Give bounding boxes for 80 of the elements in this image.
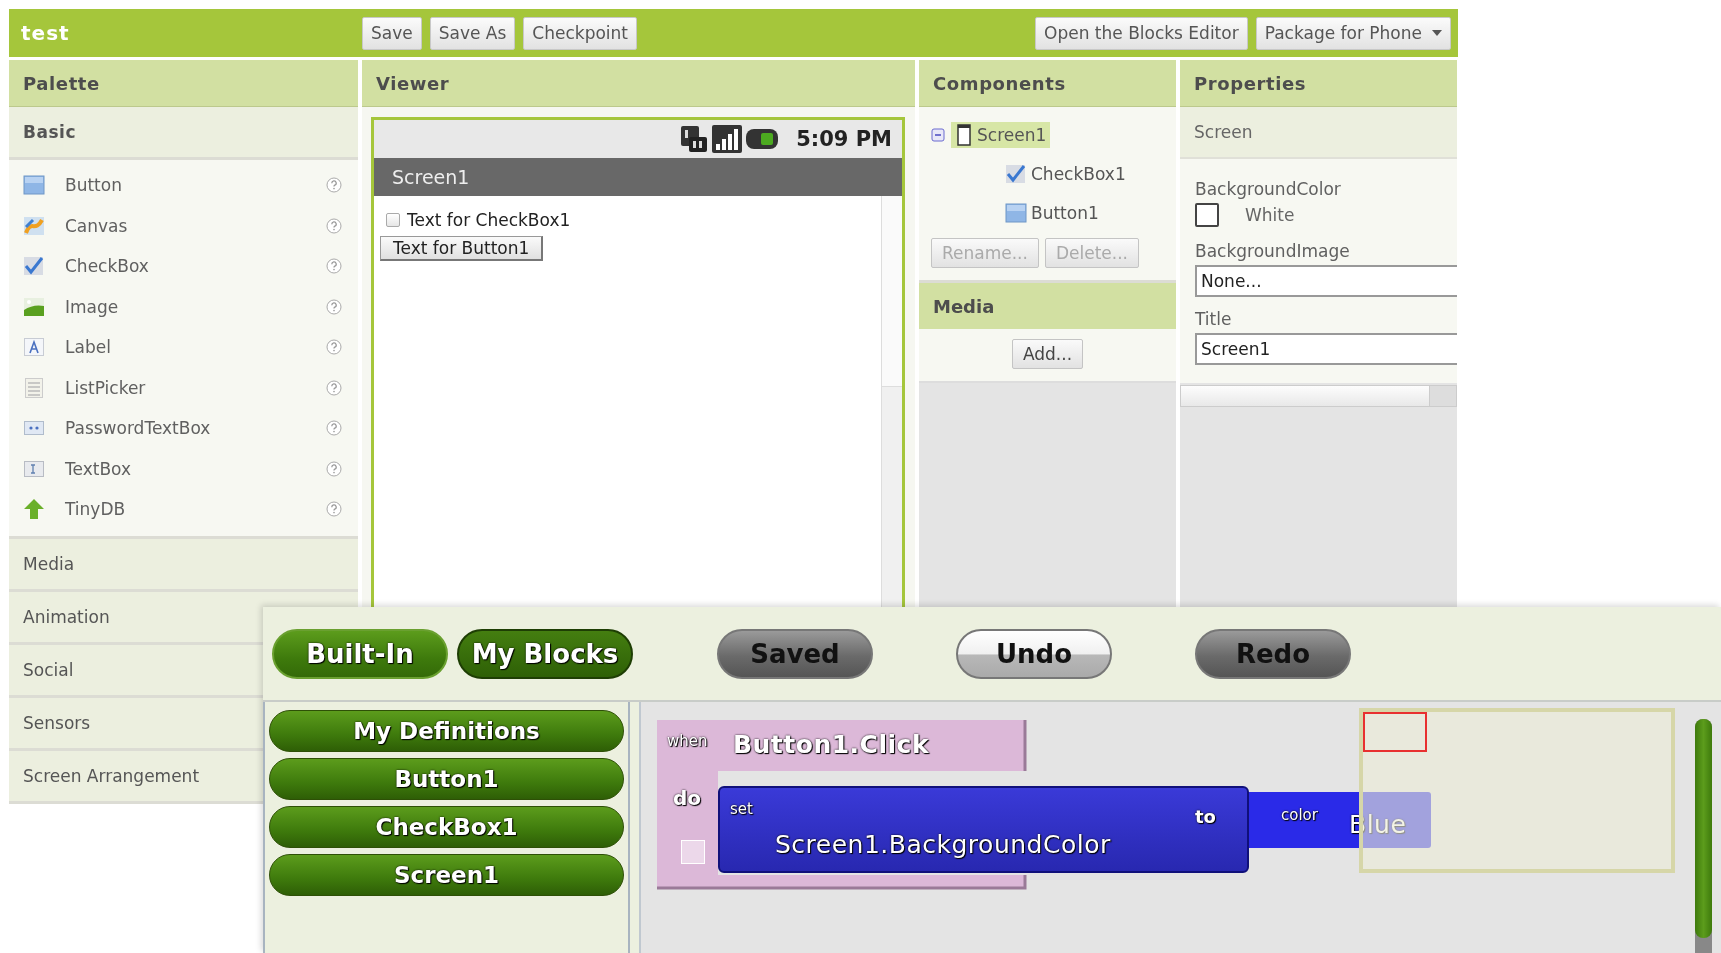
help-icon[interactable] bbox=[326, 420, 342, 437]
add-button[interactable]: Add... bbox=[1011, 339, 1084, 369]
checkbox-icon bbox=[23, 255, 45, 278]
toolbar-button[interactable]: Package for Phone bbox=[1255, 16, 1451, 50]
tab[interactable]: My Blocks bbox=[457, 628, 633, 679]
palette-item[interactable]: Image bbox=[9, 286, 358, 327]
preview-button[interactable]: Text for Button1 bbox=[380, 236, 544, 261]
event-name: Button1.Click bbox=[733, 730, 930, 759]
component-name: Screen bbox=[1180, 107, 1457, 159]
phone-icon bbox=[955, 123, 973, 146]
caret-icon bbox=[1432, 30, 1442, 36]
toolbar-button[interactable]: Save As bbox=[429, 16, 516, 50]
panel-header: Viewer bbox=[362, 60, 915, 107]
palette-item[interactable]: Canvas bbox=[9, 205, 358, 246]
palette-category[interactable]: Media bbox=[9, 538, 358, 592]
tree-item[interactable]: Button1 bbox=[1001, 199, 1103, 226]
action-button[interactable]: Undo bbox=[956, 628, 1112, 679]
tree-item[interactable]: Screen1 bbox=[951, 121, 1051, 148]
canvas-icon bbox=[23, 214, 45, 237]
panel-header: Palette bbox=[9, 60, 358, 107]
color-swatch[interactable] bbox=[1195, 203, 1219, 227]
tree-item[interactable]: CheckBox1 bbox=[1001, 160, 1130, 187]
help-icon[interactable] bbox=[326, 460, 342, 477]
property-label: BackgroundColor bbox=[1195, 179, 1342, 199]
help-icon[interactable] bbox=[326, 258, 342, 275]
button-icon bbox=[1005, 201, 1027, 224]
image-icon bbox=[23, 295, 45, 318]
panel-header: Components bbox=[919, 60, 1176, 107]
help-icon[interactable] bbox=[326, 379, 342, 396]
checkbox-icon bbox=[1005, 162, 1027, 185]
project-title: test bbox=[21, 21, 71, 45]
checkbox[interactable] bbox=[386, 213, 400, 227]
property-field[interactable]: None... bbox=[1195, 265, 1457, 297]
palette-item[interactable]: CheckBox bbox=[9, 246, 358, 287]
signal-icon bbox=[712, 125, 743, 153]
tab[interactable]: Built-In bbox=[272, 628, 448, 679]
panel-header: Media bbox=[919, 280, 1176, 329]
palette-item[interactable]: ListPicker bbox=[9, 367, 358, 408]
battery-icon bbox=[746, 127, 779, 151]
help-icon[interactable] bbox=[326, 501, 342, 518]
property-label: BackgroundImage bbox=[1195, 241, 1351, 261]
palette-item[interactable]: Label bbox=[9, 327, 358, 368]
label-icon bbox=[23, 336, 45, 359]
toolbar-button[interactable]: Checkpoint bbox=[523, 16, 637, 50]
block-keyword: set bbox=[730, 800, 753, 818]
palette-item[interactable]: PasswordTextBox bbox=[9, 408, 358, 449]
drawer-button[interactable]: My Definitions bbox=[269, 710, 624, 752]
palette-item[interactable]: TinyDB bbox=[9, 489, 358, 530]
block-keyword: to bbox=[1195, 806, 1216, 827]
scrollbar[interactable] bbox=[1695, 719, 1712, 953]
help-icon[interactable] bbox=[326, 177, 342, 194]
status-time: 5:09 PM bbox=[796, 127, 892, 151]
set-block[interactable]: set Screen1.BackgroundColor to bbox=[718, 786, 1249, 873]
screen-title: Screen1 bbox=[374, 158, 902, 196]
toolbar-button[interactable]: Open the Blocks Editor bbox=[1035, 16, 1248, 50]
help-icon[interactable] bbox=[326, 339, 342, 356]
viewport-rect[interactable] bbox=[1363, 712, 1427, 752]
drawer-button[interactable]: Screen1 bbox=[269, 854, 624, 896]
block-keyword: color bbox=[1281, 806, 1318, 824]
property-name: Screen1.BackgroundColor bbox=[775, 830, 1111, 859]
palette-item[interactable]: Button bbox=[9, 165, 358, 206]
arrow-up-icon bbox=[23, 498, 45, 521]
checkbox-label: Text for CheckBox1 bbox=[407, 210, 571, 230]
block-keyword: do bbox=[673, 786, 702, 810]
color-value: White bbox=[1245, 205, 1295, 225]
palette-category[interactable]: Basic bbox=[9, 107, 358, 160]
network-icon bbox=[680, 125, 709, 153]
property-label: Title bbox=[1195, 309, 1233, 329]
panel-header: Properties bbox=[1180, 60, 1457, 107]
toolbar-button[interactable]: Save bbox=[362, 16, 422, 50]
property-field[interactable]: Screen1 bbox=[1195, 333, 1457, 365]
list-icon bbox=[23, 376, 45, 399]
help-icon[interactable] bbox=[326, 217, 342, 234]
palette-item[interactable]: TextBox bbox=[9, 448, 358, 489]
button-icon bbox=[23, 174, 45, 197]
block-keyword: when bbox=[667, 732, 708, 750]
drawer-button[interactable]: CheckBox1 bbox=[269, 806, 624, 848]
help-icon[interactable] bbox=[326, 298, 342, 315]
drawer-button[interactable]: Button1 bbox=[269, 758, 624, 800]
scrollbar[interactable] bbox=[1180, 385, 1457, 407]
